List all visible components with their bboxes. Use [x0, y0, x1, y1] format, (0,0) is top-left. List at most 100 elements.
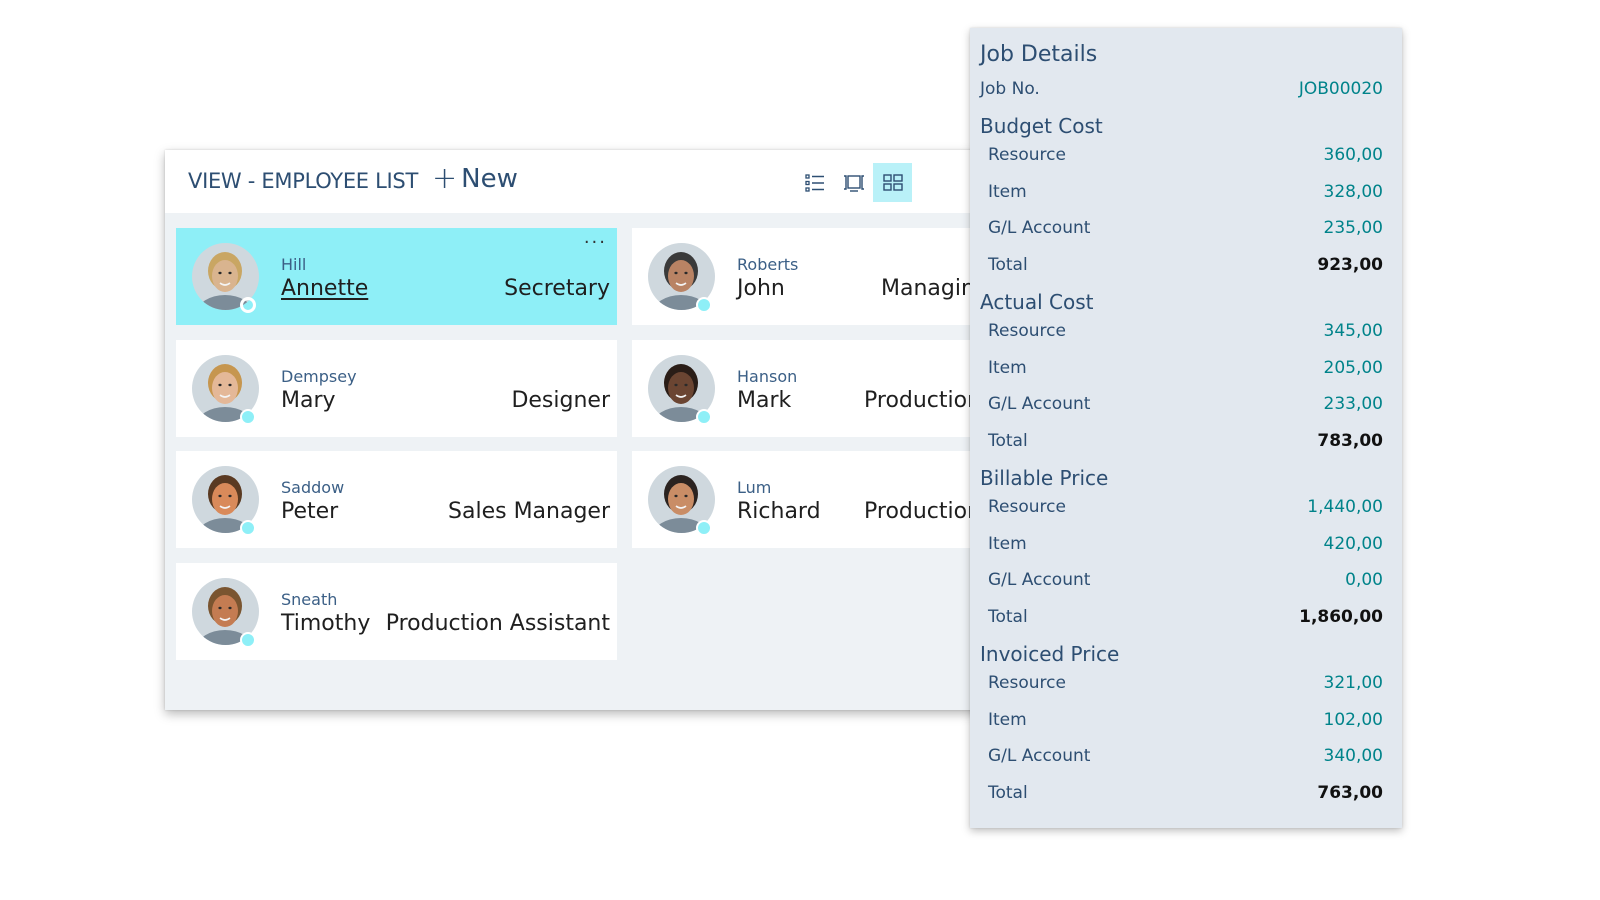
employee-surname: Saddow — [281, 478, 345, 497]
job-no-label: Job No. — [980, 79, 1040, 99]
employee-first-name[interactable]: John — [737, 276, 785, 301]
employee-job-title: Secretary — [504, 276, 610, 301]
employee-job-title: Production Manager — [864, 388, 972, 413]
section-heading: Budget Cost — [980, 114, 1103, 138]
row-label: Resource — [988, 321, 1066, 341]
row-label: Total — [988, 430, 1028, 451]
job-detail-row: G/L Account 233,00 — [970, 394, 1402, 418]
list-view-button[interactable] — [795, 163, 834, 202]
presence-status-icon — [240, 409, 256, 425]
row-label: Item — [988, 357, 1027, 378]
row-value[interactable]: 233,00 — [1324, 394, 1383, 414]
row-value[interactable]: 205,00 — [1324, 358, 1383, 378]
row-label: G/L Account — [988, 570, 1091, 590]
job-no-value[interactable]: JOB00020 — [1299, 79, 1383, 99]
view-switcher — [795, 163, 912, 202]
row-total-value: 923,00 — [1317, 254, 1383, 275]
row-total-value: 763,00 — [1317, 782, 1383, 803]
plus-icon: + — [432, 161, 458, 196]
job-detail-row: Total 923,00 — [970, 255, 1402, 279]
presence-status-icon — [240, 297, 256, 313]
row-label: Resource — [988, 497, 1066, 517]
presence-status-icon — [240, 632, 256, 648]
row-label: G/L Account — [988, 394, 1091, 414]
employee-card[interactable]: Saddow Peter Sales Manager — [176, 451, 617, 548]
employee-job-title: Production Assistant — [385, 611, 610, 636]
row-value[interactable]: 420,00 — [1324, 534, 1383, 554]
row-label: Item — [988, 181, 1027, 202]
section-heading: Billable Price — [980, 466, 1109, 490]
job-detail-row: Total 763,00 — [970, 783, 1402, 807]
employee-list-window: VIEW - EMPLOYEE LIST + New Hill Annette … — [165, 150, 995, 710]
employee-card[interactable]: Roberts John Managing Director — [632, 228, 972, 325]
employee-first-name[interactable]: Mary — [281, 388, 336, 413]
job-detail-row: Resource 1,440,00 — [970, 497, 1402, 521]
job-detail-row: Resource 345,00 — [970, 321, 1402, 345]
employee-first-name[interactable]: Peter — [281, 499, 338, 524]
row-value[interactable]: 321,00 — [1324, 673, 1383, 693]
employee-card[interactable]: Sneath Timothy Production Assistant — [176, 563, 617, 660]
row-value[interactable]: 340,00 — [1324, 746, 1383, 766]
row-value[interactable]: 360,00 — [1324, 145, 1383, 165]
job-details-title: Job Details — [980, 42, 1098, 67]
presence-status-icon — [696, 520, 712, 536]
row-value[interactable]: 328,00 — [1324, 182, 1383, 202]
employee-first-name[interactable]: Richard — [737, 499, 821, 524]
row-label: G/L Account — [988, 746, 1091, 766]
employee-card[interactable]: Dempsey Mary Designer — [176, 340, 617, 437]
row-value[interactable]: 235,00 — [1324, 218, 1383, 238]
presence-status-icon — [240, 520, 256, 536]
employee-card[interactable]: Hanson Mark Production Manager — [632, 340, 972, 437]
employee-surname: Lum — [737, 478, 772, 497]
job-detail-row: Item 328,00 — [970, 182, 1402, 206]
presence-status-icon — [696, 297, 712, 313]
row-label: Resource — [988, 673, 1066, 693]
employee-job-title: Sales Manager — [448, 499, 610, 524]
new-button[interactable]: + New — [432, 161, 518, 196]
page-title: VIEW - EMPLOYEE LIST — [188, 169, 418, 193]
employee-job-title: Production Assistant — [864, 499, 972, 524]
employee-list-header: VIEW - EMPLOYEE LIST + New — [165, 150, 995, 213]
job-detail-row: Resource 360,00 — [970, 145, 1402, 169]
job-detail-row: Item 420,00 — [970, 534, 1402, 558]
list-icon — [804, 173, 824, 192]
row-label: G/L Account — [988, 218, 1091, 238]
row-label: Total — [988, 782, 1028, 803]
new-button-label: New — [461, 164, 518, 194]
row-total-value: 783,00 — [1317, 430, 1383, 451]
job-no-row: Job No. JOB00020 — [970, 79, 1402, 103]
employee-job-title: Managing Director — [881, 276, 972, 301]
job-detail-row: Resource 321,00 — [970, 673, 1402, 697]
employee-surname: Hanson — [737, 367, 798, 386]
row-label: Item — [988, 533, 1027, 554]
job-detail-row: G/L Account 0,00 — [970, 570, 1402, 594]
job-detail-row: Item 102,00 — [970, 710, 1402, 734]
employee-first-name[interactable]: Annette — [281, 276, 368, 301]
row-label: Resource — [988, 145, 1066, 165]
tile-view-button[interactable] — [834, 163, 873, 202]
job-detail-row: Item 205,00 — [970, 358, 1402, 382]
row-total-value: 1,860,00 — [1299, 606, 1383, 627]
brick-view-button[interactable] — [873, 163, 912, 202]
employee-card[interactable]: Hill Annette Secretary ··· — [176, 228, 617, 325]
employee-first-name[interactable]: Mark — [737, 388, 791, 413]
employee-surname: Sneath — [281, 590, 338, 609]
more-options-icon[interactable]: ··· — [584, 232, 607, 253]
employee-surname: Hill — [281, 255, 307, 274]
row-label: Item — [988, 709, 1027, 730]
row-value[interactable]: 345,00 — [1324, 321, 1383, 341]
job-detail-row: Total 783,00 — [970, 431, 1402, 455]
section-heading: Actual Cost — [980, 290, 1094, 314]
employee-card[interactable]: Lum Richard Production Assistant — [632, 451, 972, 548]
employee-surname: Dempsey — [281, 367, 357, 386]
section-heading: Invoiced Price — [980, 642, 1120, 666]
carousel-icon — [843, 174, 864, 192]
row-value[interactable]: 1,440,00 — [1307, 497, 1383, 517]
row-label: Total — [988, 254, 1028, 275]
job-details-panel: Job Details Job No. JOB00020 Budget Cost… — [970, 28, 1402, 828]
job-detail-row: G/L Account 340,00 — [970, 746, 1402, 770]
row-value[interactable]: 102,00 — [1324, 710, 1383, 730]
employee-first-name[interactable]: Timothy — [281, 611, 370, 636]
row-value[interactable]: 0,00 — [1345, 570, 1383, 590]
presence-status-icon — [696, 409, 712, 425]
